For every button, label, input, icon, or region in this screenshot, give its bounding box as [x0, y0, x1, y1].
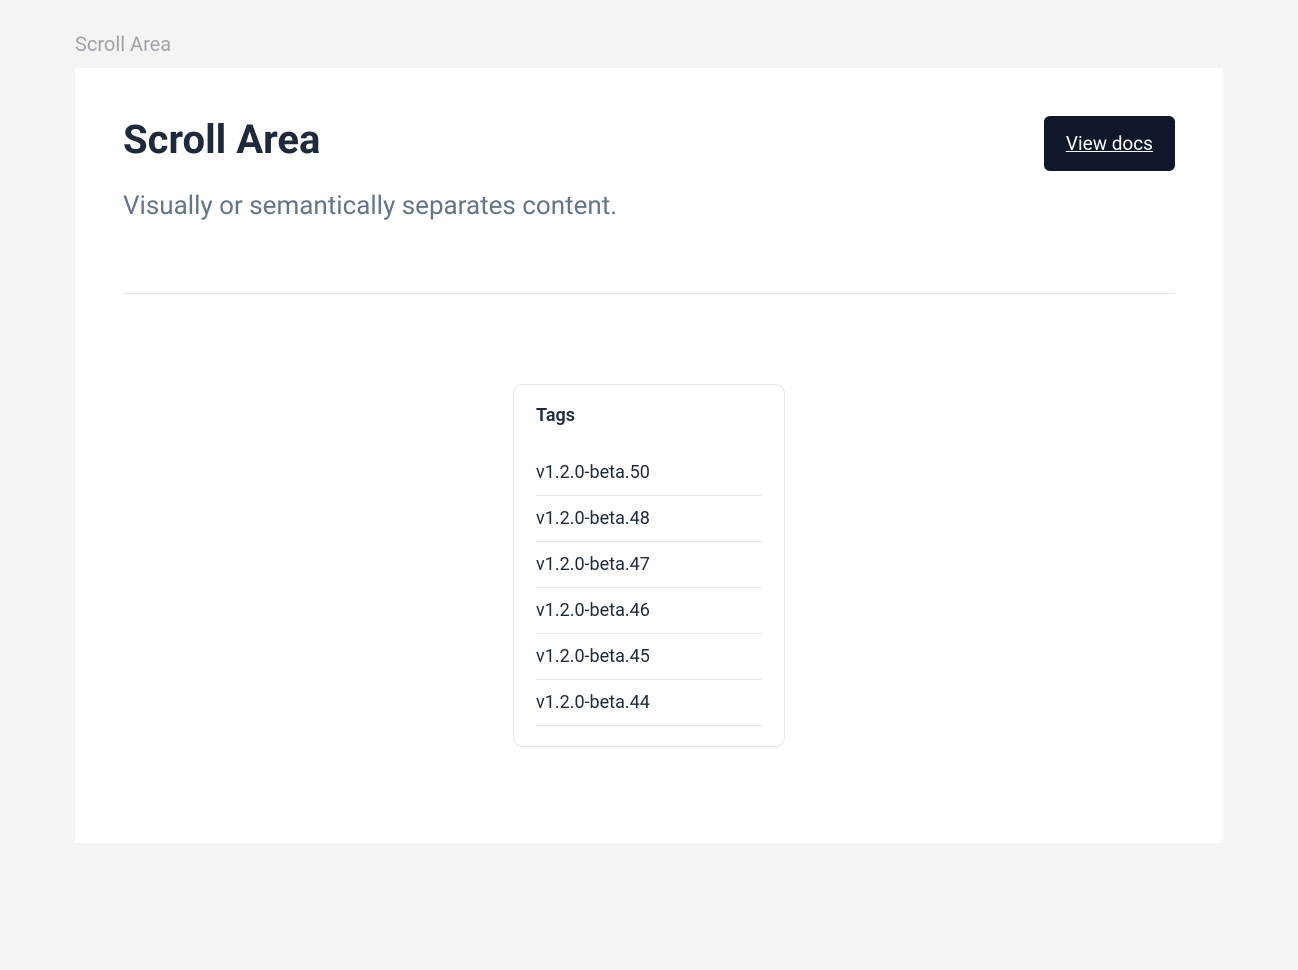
- tag-item: v1.2.0-beta.48: [536, 496, 762, 542]
- tag-item: v1.2.0-beta.44: [536, 680, 762, 726]
- page-title: Scroll Area: [123, 116, 320, 164]
- main-card: Scroll Area View docs Visually or semant…: [75, 68, 1223, 843]
- header-row: Scroll Area View docs: [123, 116, 1175, 171]
- demo-area: Tags v1.2.0-beta.50 v1.2.0-beta.48 v1.2.…: [123, 384, 1175, 795]
- tag-item: v1.2.0-beta.45: [536, 634, 762, 680]
- tag-item: v1.2.0-beta.47: [536, 542, 762, 588]
- scroll-area-box[interactable]: Tags v1.2.0-beta.50 v1.2.0-beta.48 v1.2.…: [513, 384, 785, 747]
- scroll-box-title: Tags: [536, 405, 762, 426]
- view-docs-button[interactable]: View docs: [1044, 116, 1175, 171]
- breadcrumb: Scroll Area: [0, 0, 1298, 68]
- section-divider: [123, 293, 1175, 294]
- tag-item: v1.2.0-beta.46: [536, 588, 762, 634]
- page-subtitle: Visually or semantically separates conte…: [123, 191, 1175, 221]
- tag-item: v1.2.0-beta.50: [536, 450, 762, 496]
